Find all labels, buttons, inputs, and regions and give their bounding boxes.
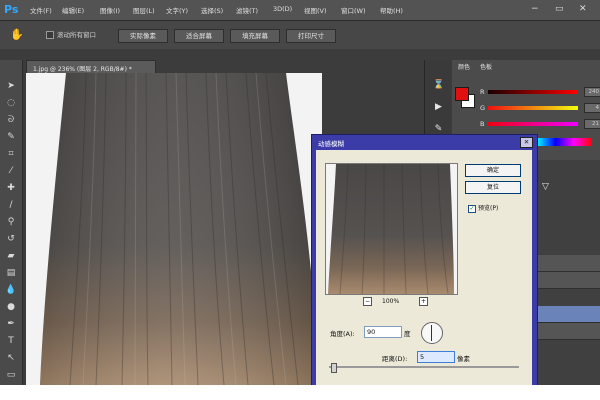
menu-view[interactable]: 视图(V)	[304, 5, 327, 15]
blur-tool-icon[interactable]: 💧	[4, 284, 18, 296]
reset-button[interactable]: 复位	[465, 181, 521, 194]
crop-tool-icon[interactable]: ⌗	[4, 148, 18, 160]
document-tab-title: 1.jpg @ 236% (图层 2, RGB/8#) *	[33, 66, 132, 73]
preview-label: 预览(P)	[478, 205, 499, 212]
menu-file[interactable]: 文件(F)	[30, 5, 52, 15]
menu-select[interactable]: 选择(S)	[201, 5, 223, 15]
scroll-all-windows-checkbox[interactable]: 滚动所有窗口	[46, 29, 96, 39]
quick-select-tool-icon[interactable]: ✎	[4, 131, 18, 143]
menu-edit[interactable]: 编辑(E)	[62, 5, 84, 15]
marquee-tool-icon[interactable]: ◌	[4, 97, 18, 109]
layers-panel: ▽	[536, 160, 600, 385]
menu-window[interactable]: 窗口(W)	[341, 5, 366, 15]
dialog-body: 确定 复位 ✓ 预览(P) − 100% + 角度(A): 90 度 距离(D):…	[316, 150, 532, 385]
green-channel-label: G	[480, 104, 486, 112]
gradient-tool-icon[interactable]: ▤	[4, 267, 18, 279]
hand-tool-icon[interactable]: ✋	[10, 28, 26, 42]
actual-pixels-button[interactable]: 实际像素	[118, 29, 168, 43]
layer-row[interactable]	[536, 272, 600, 289]
scroll-all-windows-label: 滚动所有窗口	[57, 31, 96, 39]
hair-photo	[26, 73, 322, 385]
blue-slider[interactable]	[488, 122, 578, 126]
menu-layer[interactable]: 图层(L)	[133, 5, 155, 15]
red-channel-label: R	[480, 88, 485, 96]
blue-channel-label: B	[480, 120, 485, 128]
menu-help[interactable]: 帮助(H)	[380, 5, 403, 15]
menu-type[interactable]: 文字(Y)	[166, 5, 188, 15]
checkbox-icon	[46, 31, 54, 39]
dodge-tool-icon[interactable]: ●	[4, 301, 18, 313]
history-panel-icon[interactable]: ⌛	[433, 80, 444, 91]
history-brush-tool-icon[interactable]: ↺	[4, 233, 18, 245]
preview-image	[326, 164, 457, 294]
zoom-in-button[interactable]: +	[419, 297, 428, 306]
print-size-button[interactable]: 打印尺寸	[286, 29, 336, 43]
distance-input[interactable]: 5	[417, 351, 455, 363]
blue-value-field[interactable]: 21	[584, 119, 600, 129]
maximize-icon[interactable]: ▭	[555, 4, 564, 14]
motion-blur-dialog: 动感模糊 ✕ 确定 复位 ✓ 预览(P) − 100% + 角度(A): 90 …	[311, 134, 538, 385]
dialog-title: 动感模糊	[318, 140, 344, 148]
fit-screen-button[interactable]: 适合屏幕	[174, 29, 224, 43]
photoshop-window: Ps 文件(F) 编辑(E) 图像(I) 图层(L) 文字(Y) 选择(S) 滤…	[0, 0, 600, 385]
check-icon: ✓	[468, 204, 476, 213]
pen-tool-icon[interactable]: ✒	[4, 318, 18, 330]
move-tool-icon[interactable]: ➤	[4, 80, 18, 92]
eraser-tool-icon[interactable]: ▰	[4, 250, 18, 262]
document-canvas[interactable]	[26, 73, 322, 385]
close-icon[interactable]: ✕	[579, 4, 587, 14]
brush-tool-icon[interactable]: ∕	[4, 199, 18, 211]
layer-row[interactable]	[536, 306, 600, 323]
ok-button[interactable]: 确定	[465, 164, 521, 177]
actions-panel-icon[interactable]: ▶	[433, 102, 444, 113]
options-bar: ✋ 滚动所有窗口 实际像素 适合屏幕 填充屏幕 打印尺寸	[0, 20, 600, 49]
angle-input[interactable]: 90	[364, 326, 402, 338]
angle-dial[interactable]	[421, 322, 443, 344]
distance-slider-thumb[interactable]	[331, 363, 337, 373]
lasso-tool-icon[interactable]: ᘐ	[4, 114, 18, 126]
fill-screen-button[interactable]: 填充屏幕	[230, 29, 280, 43]
eyedropper-tool-icon[interactable]: ⁄	[4, 165, 18, 177]
app-logo: Ps	[4, 3, 19, 16]
distance-slider[interactable]	[329, 366, 519, 368]
green-value-field[interactable]: 4	[584, 103, 600, 113]
dialog-close-button[interactable]: ✕	[520, 137, 533, 148]
type-tool-icon[interactable]: T	[4, 335, 18, 347]
triangle-icon[interactable]: ▽	[542, 182, 549, 192]
menu-image[interactable]: 图像(I)	[100, 5, 120, 15]
red-value-field[interactable]: 240	[584, 87, 600, 97]
foreground-color-swatch[interactable]	[455, 87, 469, 101]
preview-window[interactable]	[325, 163, 458, 295]
layer-row[interactable]	[536, 255, 600, 272]
document-tab[interactable]: 1.jpg @ 236% (图层 2, RGB/8#) *	[26, 60, 156, 74]
angle-dial-needle	[431, 325, 432, 341]
zoom-level: 100%	[382, 298, 400, 305]
menu-3d[interactable]: 3D(D)	[273, 5, 292, 13]
red-slider[interactable]	[488, 90, 578, 94]
tools-panel: ➤ ◌ ᘐ ✎ ⌗ ⁄ ✚ ∕ ⚲ ↺ ▰ ▤ 💧 ● ✒ T ↖ ▭	[0, 60, 23, 385]
clone-stamp-tool-icon[interactable]: ⚲	[4, 216, 18, 228]
green-slider[interactable]	[488, 106, 578, 110]
layer-row[interactable]	[536, 323, 600, 340]
angle-unit: 度	[404, 330, 411, 338]
tab-swatches[interactable]: 色板	[480, 62, 492, 71]
menu-bar: Ps 文件(F) 编辑(E) 图像(I) 图层(L) 文字(Y) 选择(S) 滤…	[0, 0, 600, 20]
menu-filter[interactable]: 滤镜(T)	[236, 5, 258, 15]
zoom-out-button[interactable]: −	[363, 297, 372, 306]
tab-color[interactable]: 颜色	[458, 62, 470, 71]
distance-unit: 像素	[457, 355, 470, 363]
minimize-icon[interactable]: −	[531, 4, 539, 14]
distance-label: 距离(D):	[382, 355, 408, 363]
preview-checkbox[interactable]: ✓ 预览(P)	[468, 203, 498, 213]
shape-tool-icon[interactable]: ▭	[4, 369, 18, 381]
angle-label: 角度(A):	[330, 330, 355, 338]
healing-brush-tool-icon[interactable]: ✚	[4, 182, 18, 194]
path-select-tool-icon[interactable]: ↖	[4, 352, 18, 364]
